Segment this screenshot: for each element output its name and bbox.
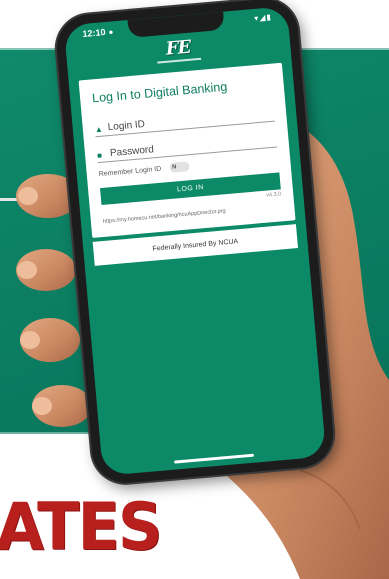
lock-icon: ■ — [96, 150, 103, 161]
login-title: Log In to Digital Banking — [91, 79, 228, 106]
user-icon: ▲ — [94, 124, 104, 135]
status-time: 12:10 — [82, 27, 106, 39]
smartphone: 12:10 ● ▾◢▮ FE Log In to Digital Banking… — [53, 0, 337, 486]
home-indicator[interactable] — [174, 453, 255, 464]
red-grunge-headline: ATES — [0, 488, 162, 565]
ncua-insured-text: Federally Insured By NCUA — [152, 237, 239, 253]
notification-icon: ● — [108, 27, 114, 37]
login-card: Log In to Digital Banking ▲ Login ID ■ P… — [78, 62, 296, 238]
password-label: Password — [109, 144, 155, 160]
login-id-label: Login ID — [107, 118, 146, 134]
phone-screen: 12:10 ● ▾◢▮ FE Log In to Digital Banking… — [63, 6, 327, 476]
signal-battery-icon: ▾◢▮ — [253, 12, 273, 23]
credit-union-logo: FE — [147, 35, 209, 70]
remember-login-label: Remember Login ID — [98, 165, 162, 178]
remember-login-toggle[interactable]: N — [168, 161, 190, 173]
phone-frame: 12:10 ● ▾◢▮ FE Log In to Digital Banking… — [53, 0, 337, 486]
